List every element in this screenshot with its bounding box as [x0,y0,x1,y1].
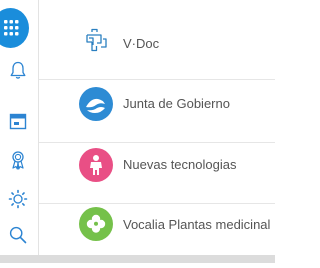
figure-icon [79,148,113,182]
clover-icon [79,207,113,241]
search-icon[interactable] [8,225,28,245]
horizontal-scrollbar[interactable] [0,255,275,263]
list-item-label: Vocalia Plantas medicinal [123,217,271,232]
list-item-label: Junta de Gobierno [123,96,230,111]
bell-icon[interactable] [8,60,28,80]
list-item-vdoc[interactable]: V·Doc [39,13,275,80]
grid-dots [3,20,18,36]
list-item-junta-de-gobierno[interactable]: Junta de Gobierno [39,80,275,143]
award-icon[interactable] [8,150,28,170]
row-separator [39,203,275,204]
grid-menu-icon[interactable] [0,8,29,48]
calendar-icon[interactable] [8,111,28,131]
list-item-label: V·Doc [123,36,160,51]
row-separator [39,142,275,143]
sun-icon[interactable] [8,189,28,209]
list-item-nuevas-tecnologias[interactable]: Nuevas tecnologias [39,145,275,206]
vdoc-icon [79,23,113,57]
list-item-label: Nuevas tecnologias [123,157,237,172]
sidebar [0,0,34,263]
wave-icon [79,87,113,121]
